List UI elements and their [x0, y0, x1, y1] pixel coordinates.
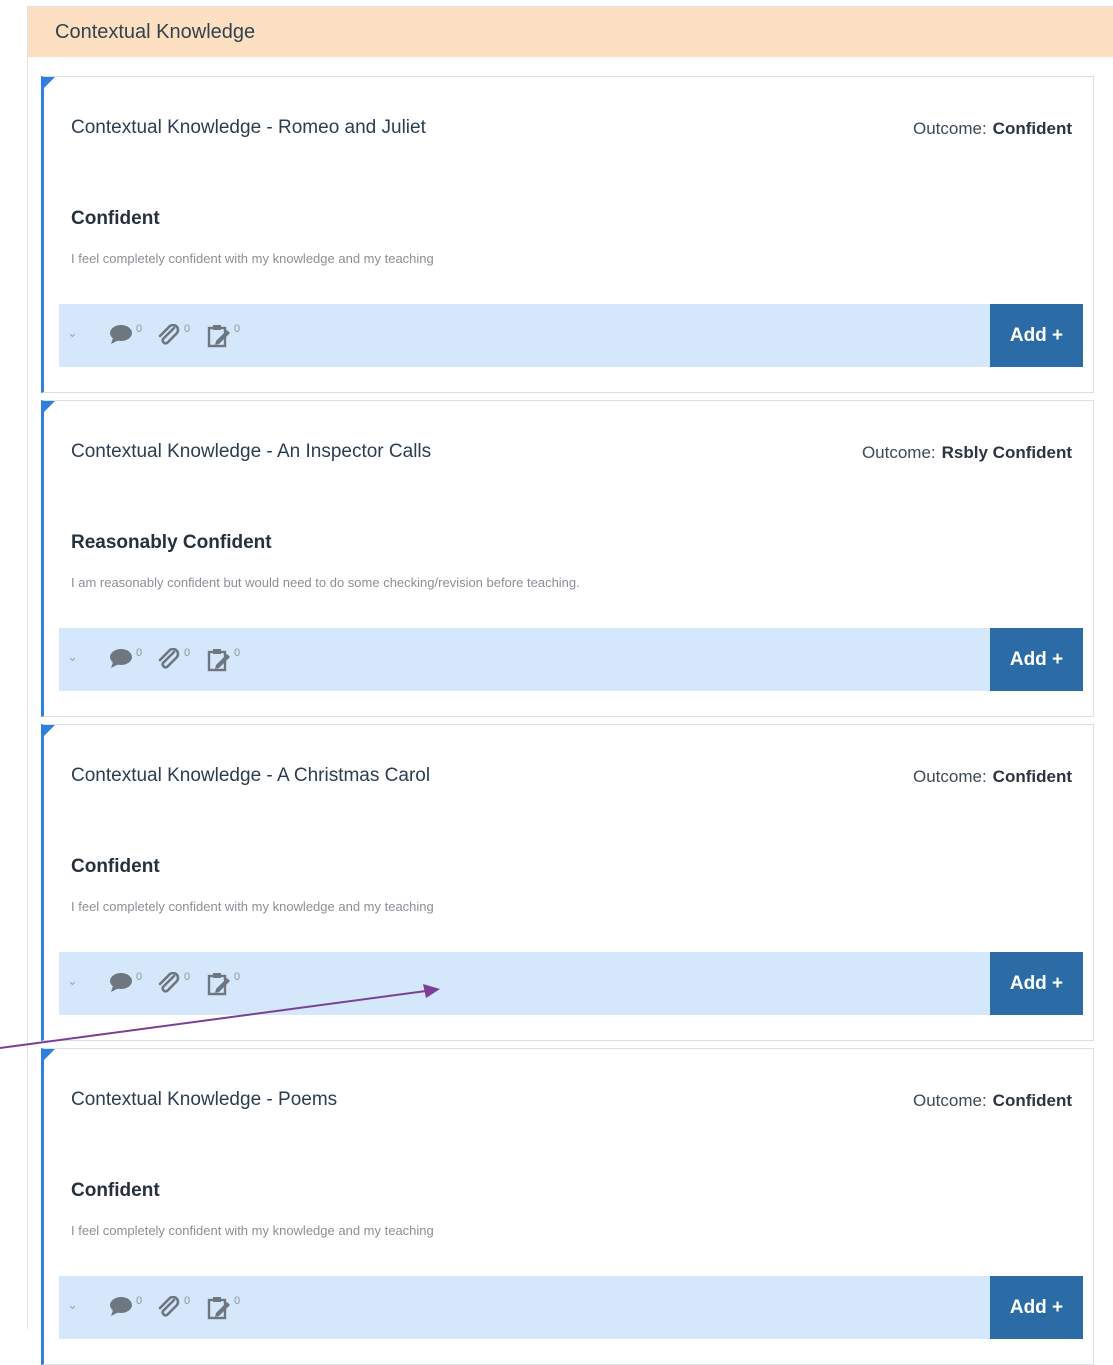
chevron-down-icon[interactable]: ⌄ — [67, 649, 78, 665]
card-action-bar: ⌄ 0 0 0 Add + — [59, 628, 1083, 691]
chevron-down-icon[interactable]: ⌄ — [67, 325, 78, 341]
comment-icon — [110, 973, 132, 992]
paperclip-icon — [158, 1296, 180, 1317]
paperclip-icon — [158, 324, 180, 345]
edit-clipboard-icon — [207, 325, 230, 348]
attachment-count: 0 — [184, 1295, 191, 1307]
card-outcome: Outcome: Confident — [913, 119, 1072, 139]
chevron-down-icon[interactable]: ⌄ — [67, 1297, 78, 1313]
edit-clipboard-icon — [207, 973, 230, 996]
attachments-toggle[interactable]: 0 — [157, 323, 191, 346]
paperclip-icon — [158, 972, 180, 993]
comment-count: 0 — [136, 971, 143, 983]
comments-toggle[interactable]: 0 — [109, 971, 143, 992]
notes-toggle[interactable]: 0 — [207, 971, 241, 996]
confidence-description: I feel completely confident with my know… — [71, 1223, 434, 1238]
card-outcome: Outcome: Confident — [913, 1091, 1072, 1111]
confidence-level: Confident — [71, 208, 160, 229]
comment-count: 0 — [136, 323, 143, 335]
card-action-bar: ⌄ 0 0 0 Add + — [59, 1276, 1083, 1339]
comment-icon — [110, 1297, 132, 1316]
card-action-bar: ⌄ 0 0 0 Add + — [59, 304, 1083, 367]
comments-toggle[interactable]: 0 — [109, 647, 143, 668]
outcome-value: Confident — [992, 1091, 1072, 1110]
competency-card: Contextual Knowledge - Romeo and Juliet … — [41, 76, 1094, 393]
comments-toggle[interactable]: 0 — [109, 323, 143, 344]
card-corner-marker — [44, 401, 55, 412]
attachment-count: 0 — [184, 323, 191, 335]
confidence-level: Reasonably Confident — [71, 532, 272, 553]
card-action-bar: ⌄ 0 0 0 Add + — [59, 952, 1083, 1015]
comment-icon — [110, 649, 132, 668]
notes-toggle[interactable]: 0 — [207, 323, 241, 348]
outcome-label: Outcome: — [912, 767, 987, 786]
comment-count: 0 — [136, 1295, 143, 1307]
notes-count: 0 — [234, 971, 241, 983]
card-outcome: Outcome: Confident — [913, 767, 1072, 787]
notes-count: 0 — [234, 1295, 241, 1307]
card-title[interactable]: Contextual Knowledge - A Christmas Carol — [71, 765, 430, 787]
confidence-level: Confident — [71, 1180, 160, 1201]
card-corner-marker — [44, 77, 55, 88]
notes-count: 0 — [234, 647, 241, 659]
outcome-label: Outcome: — [861, 443, 936, 462]
card-outcome: Outcome: Rsbly Confident — [862, 443, 1072, 463]
attachment-count: 0 — [184, 647, 191, 659]
attachment-count: 0 — [184, 971, 191, 983]
outcome-value: Rsbly Confident — [941, 443, 1072, 462]
outcome-value: Confident — [992, 767, 1072, 786]
confidence-description: I am reasonably confident but would need… — [71, 575, 580, 590]
edit-clipboard-icon — [207, 649, 230, 672]
notes-toggle[interactable]: 0 — [207, 647, 241, 672]
comment-count: 0 — [136, 647, 143, 659]
comments-toggle[interactable]: 0 — [109, 1295, 143, 1316]
outcome-value: Confident — [992, 119, 1072, 138]
attachments-toggle[interactable]: 0 — [157, 1295, 191, 1318]
card-corner-marker — [44, 1049, 55, 1060]
outcome-label: Outcome: — [912, 119, 987, 138]
outcome-label: Outcome: — [912, 1091, 987, 1110]
chevron-down-icon[interactable]: ⌄ — [67, 973, 78, 989]
add-button[interactable]: Add + — [990, 628, 1083, 691]
card-title[interactable]: Contextual Knowledge - Romeo and Juliet — [71, 117, 426, 139]
attachments-toggle[interactable]: 0 — [157, 647, 191, 670]
competency-card: Contextual Knowledge - An Inspector Call… — [41, 400, 1094, 717]
comment-icon — [110, 325, 132, 344]
card-title[interactable]: Contextual Knowledge - An Inspector Call… — [71, 441, 431, 463]
confidence-description: I feel completely confident with my know… — [71, 251, 434, 266]
card-corner-marker — [44, 725, 55, 736]
notes-toggle[interactable]: 0 — [207, 1295, 241, 1320]
add-button[interactable]: Add + — [990, 952, 1083, 1015]
edit-clipboard-icon — [207, 1297, 230, 1320]
section-header: Contextual Knowledge — [28, 7, 1113, 57]
add-button[interactable]: Add + — [990, 1276, 1083, 1339]
confidence-level: Confident — [71, 856, 160, 877]
card-title[interactable]: Contextual Knowledge - Poems — [71, 1089, 337, 1111]
add-button[interactable]: Add + — [990, 304, 1083, 367]
confidence-description: I feel completely confident with my know… — [71, 899, 434, 914]
section-title: Contextual Knowledge — [55, 20, 256, 43]
competency-card: Contextual Knowledge - A Christmas Carol… — [41, 724, 1094, 1041]
paperclip-icon — [158, 648, 180, 669]
attachments-toggle[interactable]: 0 — [157, 971, 191, 994]
notes-count: 0 — [234, 323, 241, 335]
competency-card: Contextual Knowledge - Poems Outcome: Con… — [41, 1048, 1094, 1365]
